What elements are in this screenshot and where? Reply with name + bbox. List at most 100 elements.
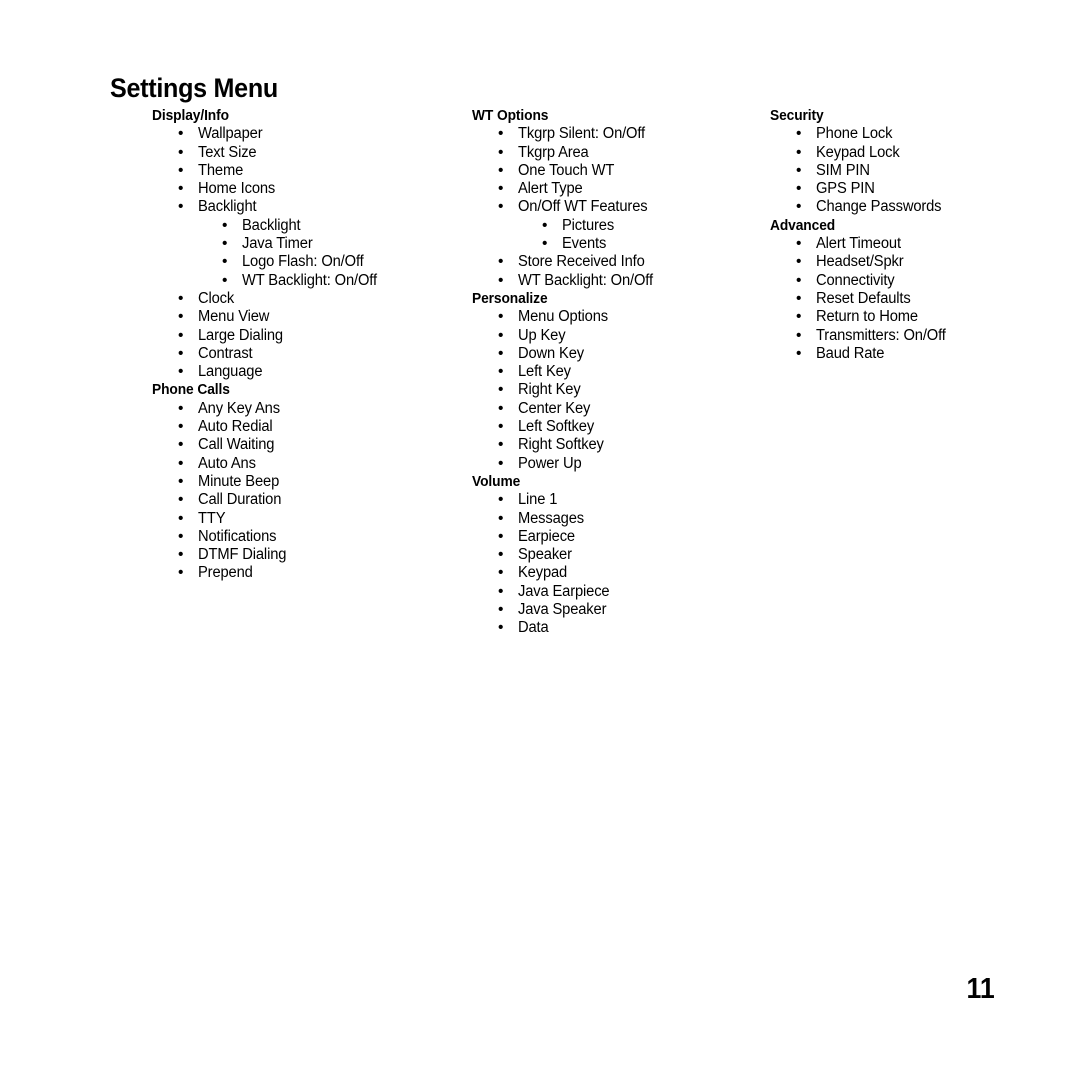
menu-item-label: Large Dialing [198, 326, 283, 344]
section-heading: Security [770, 108, 824, 124]
menu-item[interactable]: • On/Off WT Features [472, 198, 762, 216]
bullet-icon: • [498, 491, 504, 509]
menu-item[interactable]: • Pictures [472, 217, 762, 235]
menu-item[interactable]: • Auto Ans [152, 455, 452, 473]
bullet-icon: • [498, 381, 504, 399]
menu-item-label: Baud Rate [816, 344, 885, 362]
bullet-icon: • [498, 601, 504, 619]
menu-item[interactable]: • Messages [472, 510, 762, 528]
menu-item[interactable]: • Call Duration [152, 491, 452, 509]
menu-item[interactable]: • Tkgrp Area [472, 144, 762, 162]
menu-item[interactable]: • Tkgrp Silent: On/Off [472, 125, 762, 143]
menu-item[interactable]: • WT Backlight: On/Off [472, 272, 762, 290]
menu-item[interactable]: • Logo Flash: On/Off [152, 253, 452, 271]
menu-item-label: Prepend [198, 564, 253, 582]
menu-item[interactable]: • Power Up [472, 455, 762, 473]
menu-section: WT Options • Tkgrp Silent: On/Off • Tkgrp Ar… [472, 107, 762, 290]
menu-item-label: Reset Defaults [816, 289, 911, 307]
menu-item-label: Data [518, 619, 549, 637]
menu-item[interactable]: • Alert Type [472, 180, 762, 198]
bullet-icon: • [796, 289, 802, 307]
menu-item[interactable]: • Headset/Spkr [770, 253, 1060, 271]
menu-item-label: Notifications [198, 527, 277, 545]
menu-item-label: Line 1 [518, 491, 558, 509]
menu-item[interactable]: • Return to Home [770, 308, 1060, 326]
menu-item-label: On/Off WT Features [518, 198, 648, 216]
bullet-icon: • [178, 546, 184, 564]
bullet-icon: • [498, 326, 504, 344]
menu-item[interactable]: • Clock [152, 290, 452, 308]
menu-item-label: Phone Lock [816, 125, 893, 143]
menu-item[interactable]: • WT Backlight: On/Off [152, 272, 452, 290]
menu-item[interactable]: • Menu Options [472, 308, 762, 326]
menu-item-label: Home Icons [198, 180, 276, 198]
menu-item[interactable]: • Line 1 [472, 491, 762, 509]
menu-item[interactable]: • Right Softkey [472, 436, 762, 454]
menu-section: Advanced • Alert Timeout • Headset/Spkr • Conn… [770, 217, 1060, 363]
menu-item[interactable]: • Keypad [472, 564, 762, 582]
section-heading: WT Options [472, 108, 549, 124]
menu-item[interactable]: • Large Dialing [152, 327, 452, 345]
menu-item[interactable]: • TTY [152, 510, 452, 528]
menu-item-label: Language [198, 363, 263, 381]
menu-item-label: Left Softkey [518, 418, 595, 436]
menu-item[interactable]: • Backlight [152, 217, 452, 235]
bullet-icon: • [796, 344, 802, 362]
menu-item[interactable]: • SIM PIN [770, 162, 1060, 180]
menu-item[interactable]: • Center Key [472, 400, 762, 418]
menu-item[interactable]: • Left Key [472, 363, 762, 381]
menu-item[interactable]: • Baud Rate [770, 345, 1060, 363]
bullet-icon: • [498, 527, 504, 545]
menu-item[interactable]: • Change Passwords [770, 198, 1060, 216]
menu-item[interactable]: • Data [472, 619, 762, 637]
bullet-icon: • [178, 564, 184, 582]
menu-item[interactable]: • Menu View [152, 308, 452, 326]
menu-item[interactable]: • Keypad Lock [770, 144, 1060, 162]
menu-item[interactable]: • Earpiece [472, 528, 762, 546]
menu-item[interactable]: • Java Speaker [472, 601, 762, 619]
menu-item[interactable]: • Down Key [472, 345, 762, 363]
menu-item-label: Call Duration [198, 491, 282, 509]
menu-item[interactable]: • Events [472, 235, 762, 253]
menu-item[interactable]: • Minute Beep [152, 473, 452, 491]
menu-item[interactable]: • Store Received Info [472, 253, 762, 271]
menu-section: Display/Info • Wallpaper • Text Size • Theme • H… [152, 107, 452, 381]
menu-item[interactable]: • Notifications [152, 528, 452, 546]
menu-item-label: Theme [198, 161, 244, 179]
menu-item[interactable]: • Speaker [472, 546, 762, 564]
menu-item[interactable]: • Phone Lock [770, 125, 1060, 143]
menu-item[interactable]: • Transmitters: On/Off [770, 327, 1060, 345]
menu-item[interactable]: • Backlight [152, 198, 452, 216]
menu-item[interactable]: • Reset Defaults [770, 290, 1060, 308]
menu-item[interactable]: • Java Earpiece [472, 583, 762, 601]
menu-item-label: Return to Home [816, 308, 918, 326]
menu-item[interactable]: • Up Key [472, 327, 762, 345]
menu-item[interactable]: • Home Icons [152, 180, 452, 198]
menu-item[interactable]: • DTMF Dialing [152, 546, 452, 564]
bullet-icon: • [498, 253, 504, 271]
menu-item[interactable]: • Left Softkey [472, 418, 762, 436]
menu-item[interactable]: • Theme [152, 162, 452, 180]
menu-item-label: Right Softkey [518, 436, 604, 454]
menu-item[interactable]: • Contrast [152, 345, 452, 363]
menu-item[interactable]: • Call Waiting [152, 436, 452, 454]
menu-item[interactable]: • Text Size [152, 144, 452, 162]
menu-item[interactable]: • Connectivity [770, 272, 1060, 290]
menu-item[interactable]: • Any Key Ans [152, 400, 452, 418]
menu-item[interactable]: • Java Timer [152, 235, 452, 253]
menu-item-label: Power Up [518, 454, 582, 472]
menu-item[interactable]: • Prepend [152, 564, 452, 582]
menu-item[interactable]: • Right Key [472, 381, 762, 399]
menu-item[interactable]: • Language [152, 363, 452, 381]
bullet-icon: • [498, 454, 504, 472]
menu-item-label: Right Key [518, 381, 581, 399]
menu-item[interactable]: • One Touch WT [472, 162, 762, 180]
menu-item[interactable]: • GPS PIN [770, 180, 1060, 198]
bullet-icon: • [178, 491, 184, 509]
bullet-icon: • [498, 143, 504, 161]
bullet-icon: • [178, 198, 184, 216]
menu-item[interactable]: • Auto Redial [152, 418, 452, 436]
menu-item[interactable]: • Alert Timeout [770, 235, 1060, 253]
menu-item-label: Alert Timeout [816, 235, 901, 253]
menu-item[interactable]: • Wallpaper [152, 125, 452, 143]
